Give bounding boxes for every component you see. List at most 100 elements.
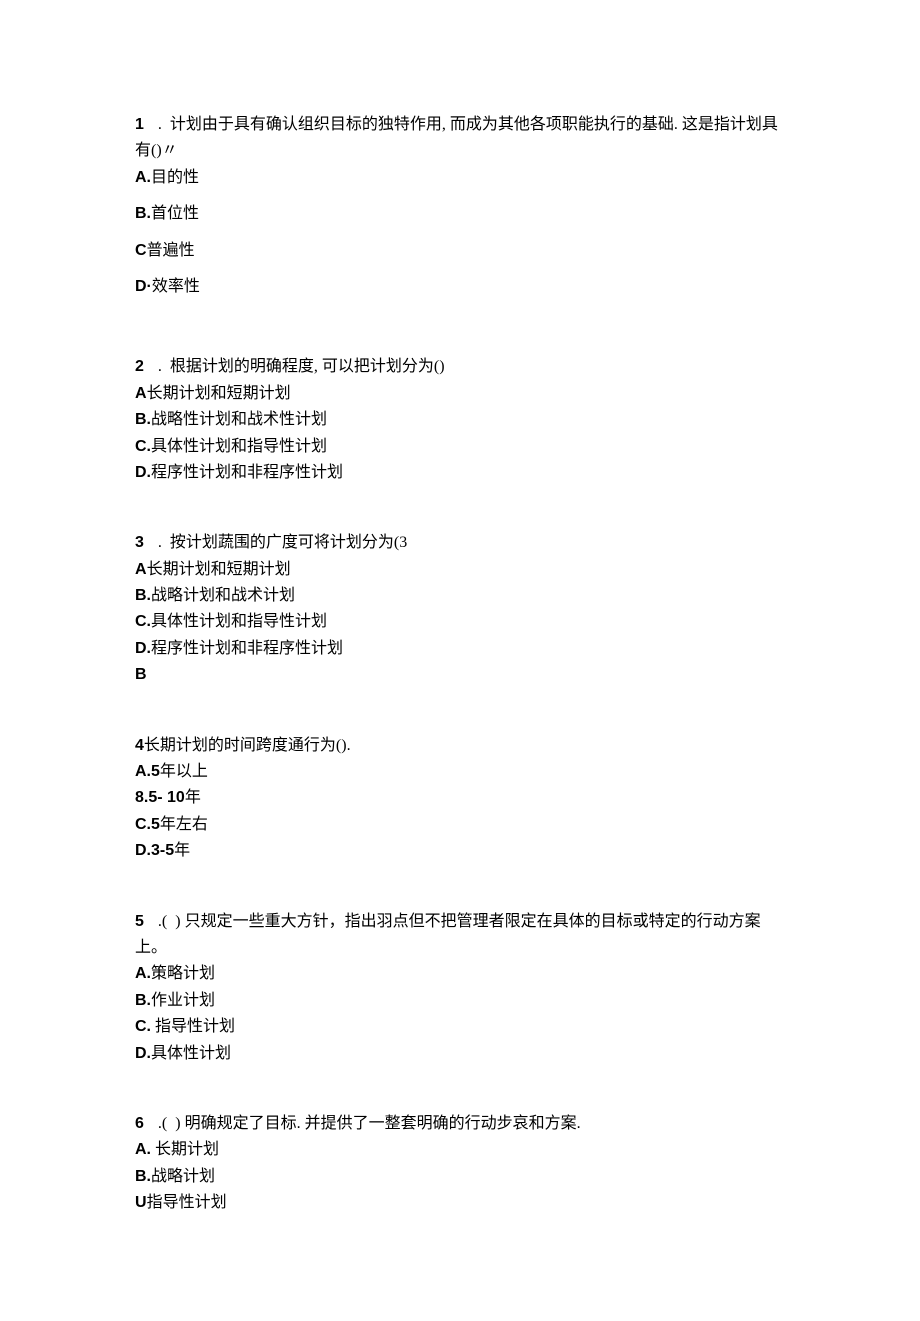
question-number: 3 — [135, 530, 144, 556]
option-label: C — [135, 242, 147, 259]
option-text: 年以上 — [160, 763, 208, 780]
question-stem-text: 根据计划的明确程度, 可以把计划分为() — [170, 358, 445, 375]
question-number: 2 — [135, 354, 144, 380]
question-stem-text: 长期计划的时间跨度通行为(). — [144, 737, 351, 754]
option-text: 长期计划和短期计划 — [147, 385, 291, 402]
answer-option: A长期计划和短期计划 — [135, 557, 920, 583]
option-label: A.5 — [135, 763, 160, 780]
question-block: 5.() 只规定一些重大方针，指出羽点但不把管理者限定在具体的目标或特定的行动方… — [135, 909, 920, 1067]
question-stem-line: 5.() 只规定一些重大方针，指出羽点但不把管理者限定在具体的目标或特定的行动方… — [135, 909, 920, 935]
question-separator: . — [158, 530, 162, 556]
option-gap — [135, 300, 920, 310]
answer-option: B.战略计划和战术计划 — [135, 583, 920, 609]
question-number: 4 — [135, 733, 144, 759]
answer-option: A.5年以上 — [135, 759, 920, 785]
option-text: 战略性计划和战术性计划 — [151, 411, 327, 428]
answer-option: C.具体性计划和指导性计划 — [135, 434, 920, 460]
answer-option: D.程序性计划和非程序性计划 — [135, 636, 920, 662]
answer-option: C. 指导性计划 — [135, 1014, 920, 1040]
option-text: 指导性计划 — [147, 1194, 227, 1211]
question-block: 4长期计划的时间跨度通行为().A.5年以上8.5- 10年C.5年左右D.3-… — [135, 733, 920, 865]
option-label: D. — [135, 640, 151, 657]
option-label: D. — [135, 1045, 151, 1062]
question-number: 1 — [135, 112, 144, 138]
option-gap — [135, 264, 920, 274]
question-separator: . — [158, 354, 162, 380]
answer-option: B.战略计划 — [135, 1164, 920, 1190]
question-stem-line: 6 .( ) 明确规定了目标. 并提供了一整套明确的行动步哀和方案. — [135, 1111, 920, 1137]
option-text: 具体性计划和指导性计划 — [151, 438, 327, 455]
document-body: 1. 计划由于具有确认组织目标的独特作用, 而成为其他各项职能执行的基础. 这是指… — [135, 112, 920, 1217]
question-separator: .( — [158, 1111, 167, 1137]
question-number: 6 — [135, 1111, 144, 1137]
option-label: B. — [135, 587, 151, 604]
option-text: 指导性计划 — [151, 1018, 235, 1035]
option-label: B. — [135, 205, 151, 222]
question-stem-text: 计划由于具有确认组织目标的独特作用, 而成为其他各项职能执行的基础. 这是指计划… — [170, 116, 778, 133]
answer-option: D.具体性计划 — [135, 1041, 920, 1067]
option-label: D.3-5 — [135, 842, 174, 859]
option-text: 目的性 — [151, 169, 199, 186]
answer-option: B.首位性 — [135, 201, 920, 227]
option-text: 年 — [174, 842, 190, 859]
answer-option: A.目的性 — [135, 165, 920, 191]
option-text: 年 — [185, 789, 201, 806]
answer-option: B.战略性计划和战术性计划 — [135, 407, 920, 433]
question-separator: . — [158, 112, 162, 138]
question-stem-line: 3. 按计划蔬围的广度可将计划分为(3 — [135, 530, 920, 556]
option-text: 长期计划 — [151, 1141, 219, 1158]
question-stem-line: 1. 计划由于具有确认组织目标的独特作用, 而成为其他各项职能执行的基础. 这是指… — [135, 112, 920, 138]
answer-option: C.5年左右 — [135, 812, 920, 838]
option-gap — [135, 228, 920, 238]
option-label: 8.5- 10 — [135, 789, 185, 806]
question-block: 6.() 明确规定了目标. 并提供了一整套明确的行动步哀和方案.A. 长期计划B… — [135, 1111, 920, 1217]
option-label: C. — [135, 1018, 151, 1035]
option-label: U — [135, 1194, 147, 1211]
question-separator: .( — [158, 909, 167, 935]
question-stem-line: 2. 根据计划的明确程度, 可以把计划分为() — [135, 354, 920, 380]
answer-option: 8.5- 10年 — [135, 785, 920, 811]
answer-option: A. 长期计划 — [135, 1137, 920, 1163]
answer-option: A长期计划和短期计划 — [135, 381, 920, 407]
answer-option: D·效率性 — [135, 274, 920, 300]
option-label: D· — [135, 278, 152, 295]
answer-key-text: B — [135, 666, 147, 683]
option-label: C. — [135, 438, 151, 455]
question-stem-line: 有()〃 — [135, 138, 920, 164]
question-block: 2.根据计划的明确程度, 可以把计划分为()A长期计划和短期计划B.战略性计划和… — [135, 354, 920, 486]
answer-option: C普遍性 — [135, 238, 920, 264]
answer-option: D.程序性计划和非程序性计划 — [135, 460, 920, 486]
option-text: 年左右 — [160, 816, 208, 833]
answer-option: B.作业计划 — [135, 988, 920, 1014]
option-text: 程序性计划和非程序性计划 — [151, 640, 343, 657]
answer-option: C.具体性计划和指导性计划 — [135, 609, 920, 635]
option-text: 首位性 — [151, 205, 199, 222]
answer-option: U指导性计划 — [135, 1190, 920, 1216]
option-text: 具体性计划和指导性计划 — [151, 613, 327, 630]
question-stem-text: ) 明确规定了目标. 并提供了一整套明确的行动步哀和方案. — [175, 1115, 580, 1132]
option-text: 效率性 — [152, 278, 200, 295]
option-label: A. — [135, 965, 151, 982]
question-block: 1. 计划由于具有确认组织目标的独特作用, 而成为其他各项职能执行的基础. 这是指… — [135, 112, 920, 310]
option-text: 具体性计划 — [151, 1045, 231, 1062]
answer-option: D.3-5年 — [135, 838, 920, 864]
option-label: C.5 — [135, 816, 160, 833]
question-number: 5 — [135, 909, 144, 935]
option-label: B. — [135, 1168, 151, 1185]
option-label: A — [135, 561, 147, 578]
option-label: A — [135, 385, 147, 402]
option-text: 战略计划和战术计划 — [151, 587, 295, 604]
question-stem-text: 按计划蔬围的广度可将计划分为(3 — [170, 534, 407, 551]
option-label: B. — [135, 992, 151, 1009]
option-label: A. — [135, 1141, 151, 1158]
option-text: 策略计划 — [151, 965, 215, 982]
option-text: 普遍性 — [147, 242, 195, 259]
option-text: 程序性计划和非程序性计划 — [151, 464, 343, 481]
option-text: 战略计划 — [151, 1168, 215, 1185]
option-gap — [135, 191, 920, 201]
option-label: C. — [135, 613, 151, 630]
question-block: 3.按计划蔬围的广度可将计划分为(3A长期计划和短期计划B.战略计划和战术计划C… — [135, 530, 920, 688]
question-stem-line: 上。 — [135, 935, 920, 961]
answer-option: A.策略计划 — [135, 961, 920, 987]
option-text: 作业计划 — [151, 992, 215, 1009]
